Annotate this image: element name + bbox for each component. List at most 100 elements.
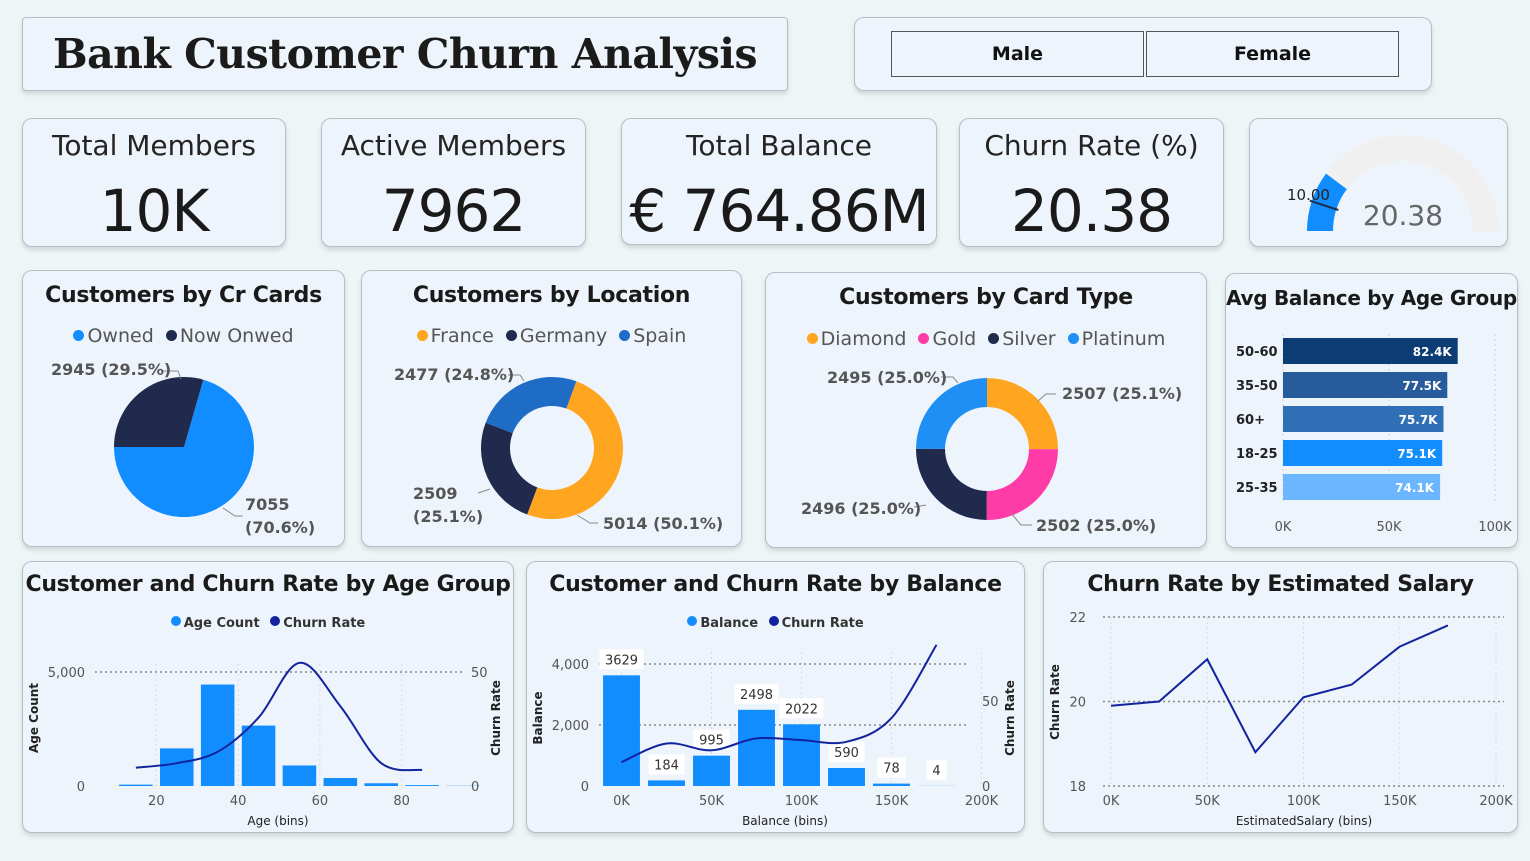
y-tick-label: 2,000: [552, 719, 589, 734]
x-tick-label: 50K: [699, 794, 725, 809]
avg-balance-card: Avg Balance by Age Group 50-60 82.4K 35-50…: [1225, 273, 1518, 548]
y2-tick-label: 0: [471, 780, 479, 795]
data-label: 2945 (29.5%): [51, 360, 171, 379]
x-tick-label: 200K: [965, 794, 999, 809]
data-label: 4: [932, 764, 940, 779]
x-tick-label: 0K: [1103, 794, 1120, 809]
data-label: 74.1K: [1395, 481, 1435, 495]
bar: [738, 709, 775, 786]
data-label: 2022: [785, 702, 818, 717]
x-tick-label: 0K: [613, 794, 630, 809]
y-tick-label: 0: [581, 780, 589, 795]
bar: [119, 784, 153, 786]
leader-line: [222, 507, 243, 517]
pie-slice: [485, 377, 577, 434]
x-tick-label: 20: [148, 794, 165, 809]
card-type-donut-card: Customers by Card Type Diamond Gold Silv…: [765, 272, 1207, 548]
x-tick-label: 200K: [1479, 794, 1513, 809]
gender-slicer: Male Female: [854, 17, 1432, 91]
gauge-target-label: 10.00: [1287, 186, 1330, 204]
churn-gauge: 10.00 20.38: [1287, 135, 1499, 232]
y2-axis-title: Churn Rate: [489, 680, 503, 756]
y2-tick-label: 0: [982, 780, 990, 795]
x-axis-title: Balance (bins): [742, 814, 828, 828]
y2-tick-label: 50: [982, 695, 999, 710]
data-label: 590: [834, 746, 859, 761]
data-label: 78: [883, 762, 900, 777]
data-label: 82.4K: [1413, 345, 1453, 359]
pie-slice: [481, 422, 538, 515]
data-label: 3629: [605, 653, 638, 668]
bar: [323, 778, 358, 786]
x-tick-label: 100K: [1287, 794, 1321, 809]
y-tick-label: 22: [1069, 611, 1086, 626]
kpi-value: 10K: [99, 177, 210, 245]
data-label: 2496 (25.0%): [801, 499, 921, 518]
kpi-label: Churn Rate (%): [984, 129, 1199, 162]
balance-churn-card: Customer and Churn Rate by Balance Balan…: [526, 561, 1025, 833]
location-donut: 5014 (50.1%) 2509 (25.1%) 2477 (24.8%): [394, 365, 723, 533]
y2-axis-title: Churn Rate: [1003, 680, 1017, 756]
kpi-churn-rate: Churn Rate (%) 20.38: [959, 118, 1224, 247]
category-label: 35-50: [1236, 379, 1278, 394]
y-tick-label: 5,000: [48, 666, 85, 681]
series-line: [621, 644, 938, 764]
data-label: 5014 (50.1%): [603, 514, 723, 533]
pie-slice: [986, 449, 1058, 520]
bar: [693, 755, 730, 786]
bar: [160, 748, 194, 786]
data-label: 2507 (25.1%): [1062, 384, 1182, 403]
gauge-value-label: 20.38: [1363, 199, 1443, 232]
category-label: 18-25: [1236, 447, 1278, 462]
leader-line: [1037, 393, 1056, 402]
leader-line: [1010, 512, 1032, 526]
data-label: 75.1K: [1397, 447, 1437, 461]
age-churn-card: Customer and Churn Rate by Age Group Age…: [22, 561, 514, 833]
category-label: 60+: [1236, 413, 1265, 428]
salary-churn-card: Churn Rate by Estimated Salary 0K 50K 100K…: [1043, 561, 1518, 833]
bar: [200, 684, 235, 786]
balance-churn-combo-chart: 3629 184 995 2498 2022 590 78 4 0K 50K 100K 150K 200…: [531, 644, 1017, 828]
bar: [603, 675, 640, 786]
x-tick-label: 100K: [1478, 520, 1512, 535]
title-card: Bank Customer Churn Analysis: [22, 17, 788, 91]
x-tick-label: 60: [312, 794, 329, 809]
kpi-label: Total Balance: [686, 129, 872, 162]
data-label: 77.5K: [1402, 379, 1442, 393]
data-label: 2495 (25.0%): [827, 368, 947, 387]
y-tick-label: 4,000: [552, 658, 589, 673]
slicer-option-female[interactable]: Female: [1146, 31, 1399, 77]
x-axis-title: EstimatedSalary (bins): [1236, 814, 1372, 828]
kpi-value: 7962: [381, 177, 527, 245]
x-tick-label: 50K: [1376, 520, 1402, 535]
kpi-label: Total Members: [51, 129, 257, 162]
slicer-option-male[interactable]: Male: [891, 31, 1144, 77]
y-tick-label: 18: [1069, 780, 1086, 795]
avg-balance-bar-chart: 50-60 82.4K 35-50 77.5K 60+ 75.7K 18-25 75.1K 25…: [1236, 334, 1512, 535]
y-axis-title: Balance: [531, 691, 545, 744]
x-tick-label: 80: [393, 794, 410, 809]
kpi-value: 20.38: [1010, 177, 1173, 245]
cr-cards-pie: 7055 (70.6%) 2945 (29.5%): [51, 360, 315, 537]
series-line: [1110, 624, 1449, 754]
bar: [648, 780, 685, 786]
bar: [241, 725, 276, 786]
kpi-active-members: Active Members 7962: [321, 118, 586, 247]
bar: [364, 783, 398, 786]
x-tick-label: 150K: [1383, 794, 1417, 809]
pie-slice: [916, 378, 987, 449]
cr-cards-pie-card: Customers by Cr Cards Owned Now Onwed 70…: [22, 270, 345, 547]
data-label: 2502 (25.0%): [1036, 516, 1156, 535]
leader-line: [576, 514, 598, 524]
kpi-total-balance: Total Balance € 764.86M: [621, 118, 937, 245]
kpi-label: Active Members: [340, 129, 567, 162]
bar: [783, 724, 820, 786]
data-label: 995: [699, 734, 724, 749]
card-type-donut: 2507 (25.1%) 2502 (25.0%) 2496 (25.0%) 2495…: [801, 368, 1182, 535]
category-label: 50-60: [1236, 345, 1278, 360]
data-label: 75.7K: [1399, 413, 1439, 427]
data-label: 2477 (24.8%): [394, 365, 514, 384]
data-label: 184: [654, 758, 679, 773]
x-tick-label: 100K: [785, 794, 819, 809]
location-donut-card: Customers by Location France Germany Spa…: [361, 270, 742, 547]
